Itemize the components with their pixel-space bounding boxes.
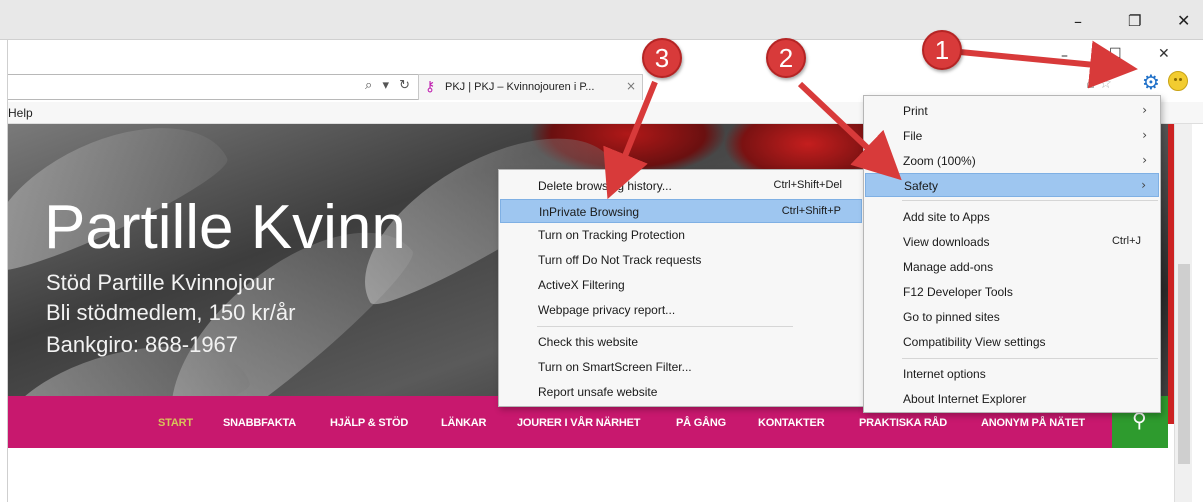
menu-item-check-website[interactable]: Check this website — [500, 330, 862, 354]
menu-item-shortcut: Ctrl+Shift+Del — [773, 179, 842, 191]
menu-item-about-ie[interactable]: About Internet Explorer — [865, 387, 1159, 411]
menu-item-label: Go to pinned sites — [903, 310, 1000, 324]
menu-item-shortcut: Ctrl+J — [1111, 235, 1141, 247]
outer-close-button[interactable]: ✕ — [1177, 13, 1190, 29]
key-icon: ⚷ — [425, 79, 436, 95]
tab-close-button[interactable]: × — [626, 79, 636, 93]
callout-1: 1 — [922, 30, 962, 70]
hero-line-3: Bankgiro: 868-1967 — [46, 332, 239, 357]
menu-item-label: Check this website — [538, 335, 639, 349]
menu-item-label: Internet options — [903, 367, 986, 381]
menu-item-compat-view[interactable]: Compatibility View settings — [865, 330, 1159, 354]
tab-title: PKJ | PKJ – Kvinnojouren i P... — [445, 81, 595, 93]
menu-item-label: Report unsafe website — [538, 385, 658, 399]
nav-item-kontakter[interactable]: KONTAKTER — [758, 417, 825, 429]
nav-item-pa-gang[interactable]: PÅ GÅNG — [676, 417, 726, 429]
chevron-right-icon: › — [1142, 128, 1147, 142]
safety-submenu: Delete browsing history... Ctrl+Shift+De… — [498, 169, 864, 407]
page-scrollbar[interactable] — [1174, 124, 1192, 502]
menu-item-label: Print — [903, 104, 928, 118]
menu-item-label: Delete browsing history... — [538, 179, 672, 193]
chevron-right-icon: › — [1142, 153, 1147, 167]
menu-item-label: Turn off Do Not Track requests — [538, 253, 702, 267]
callout-3: 3 — [642, 38, 682, 78]
address-bar[interactable]: ⌕ ▾ ↻ — [8, 74, 420, 100]
menu-item-delete-history[interactable]: Delete browsing history... Ctrl+Shift+De… — [500, 174, 862, 198]
menu-item-add-site[interactable]: Add site to Apps — [865, 205, 1159, 229]
menu-item-label: File — [903, 129, 923, 143]
menu-item-zoom[interactable]: Zoom (100%) › — [865, 149, 1159, 173]
menu-item-privacy-report[interactable]: Webpage privacy report... — [500, 298, 862, 322]
ie-minimize-button[interactable]: – — [1061, 48, 1068, 64]
home-favorites-icons[interactable]: ⌂ ☆ — [1086, 76, 1112, 92]
smiley-feedback-icon[interactable] — [1168, 71, 1188, 91]
menu-item-smartscreen[interactable]: Turn on SmartScreen Filter... — [500, 355, 862, 379]
nav-item-anonym[interactable]: ANONYM PÅ NÄTET — [981, 417, 1085, 429]
gear-icon[interactable]: ⚙ — [1142, 70, 1164, 94]
menu-item-label: ActiveX Filtering — [538, 278, 625, 292]
menu-item-label: Zoom (100%) — [903, 154, 976, 168]
menu-item-activex[interactable]: ActiveX Filtering — [500, 273, 862, 297]
address-bar-icons[interactable]: ⌕ ▾ ↻ — [365, 78, 413, 93]
menu-item-label: About Internet Explorer — [903, 392, 1027, 406]
scrollbar-thumb[interactable] — [1178, 264, 1190, 464]
menu-item-safety[interactable]: Safety › — [865, 173, 1159, 197]
menu-item-print[interactable]: Print › — [865, 99, 1159, 123]
ie-close-button[interactable]: ✕ — [1158, 46, 1170, 62]
menu-item-label: Add site to Apps — [903, 210, 990, 224]
menu-separator — [902, 358, 1158, 359]
chevron-right-icon: › — [1142, 103, 1147, 117]
menu-separator — [902, 200, 1158, 201]
hero-line-1: Stöd Partille Kvinnojour — [46, 270, 275, 295]
menu-item-label: Webpage privacy report... — [538, 303, 676, 317]
menu-item-label: Manage add-ons — [903, 260, 994, 274]
hero-line-2: Bli stödmedlem, 150 kr/år — [46, 300, 296, 325]
ie-maximize-button[interactable]: ☐ — [1109, 46, 1122, 62]
menu-item-shortcut: Ctrl+Shift+P — [781, 205, 841, 217]
nav-item-start[interactable]: START — [158, 417, 193, 429]
outer-restore-button[interactable]: ❐ — [1128, 13, 1141, 29]
tools-menu: Print › File › Zoom (100%) › Safety › Ad… — [863, 95, 1161, 413]
screenshot: – ❐ ✕ – ☐ ✕ ⌕ ▾ ↻ ⚷ PKJ | PKJ – Kvinnojo… — [0, 0, 1203, 502]
menu-item-inprivate[interactable]: InPrivate Browsing Ctrl+Shift+P — [500, 199, 862, 223]
menu-item-pinned-sites[interactable]: Go to pinned sites — [865, 305, 1159, 329]
callout-2: 2 — [766, 38, 806, 78]
menu-item-report-unsafe[interactable]: Report unsafe website — [500, 380, 862, 404]
menu-item-tracking-protection[interactable]: Turn on Tracking Protection — [500, 223, 862, 247]
menu-separator — [537, 326, 793, 327]
nav-item-jourer[interactable]: JOURER I VÅR NÄRHET — [517, 417, 641, 429]
outer-minimize-button[interactable]: – — [1074, 14, 1082, 30]
browser-tab[interactable]: ⚷ PKJ | PKJ – Kvinnojouren i P... × — [418, 74, 643, 100]
menu-item-do-not-track[interactable]: Turn off Do Not Track requests — [500, 248, 862, 272]
menu-item-label: View downloads — [903, 235, 990, 249]
hero-title: Partille Kvinn — [44, 193, 406, 262]
outer-title-bar: – ❐ ✕ — [0, 0, 1203, 40]
menu-help[interactable]: Help — [8, 106, 33, 120]
nav-item-praktiska-rad[interactable]: PRAKTISKA RÅD — [859, 417, 947, 429]
menu-item-file[interactable]: File › — [865, 124, 1159, 148]
menu-item-label: F12 Developer Tools — [903, 285, 1013, 299]
menu-item-label: InPrivate Browsing — [539, 205, 640, 219]
chevron-right-icon: › — [1141, 178, 1146, 192]
menu-item-internet-options[interactable]: Internet options — [865, 362, 1159, 386]
menu-item-label: Turn on Tracking Protection — [538, 228, 685, 242]
nav-item-lankar[interactable]: LÄNKAR — [441, 417, 486, 429]
menu-item-label: Compatibility View settings — [903, 335, 1046, 349]
menu-item-manage-addons[interactable]: Manage add-ons — [865, 255, 1159, 279]
menu-item-label: Safety — [904, 179, 939, 193]
nav-item-hjalp-stod[interactable]: HJÄLP & STÖD — [330, 417, 408, 429]
menu-item-f12-tools[interactable]: F12 Developer Tools — [865, 280, 1159, 304]
nav-item-snabbfakta[interactable]: SNABBFAKTA — [223, 417, 296, 429]
menu-item-view-downloads[interactable]: View downloads Ctrl+J — [865, 230, 1159, 254]
menu-item-label: Turn on SmartScreen Filter... — [538, 360, 692, 374]
